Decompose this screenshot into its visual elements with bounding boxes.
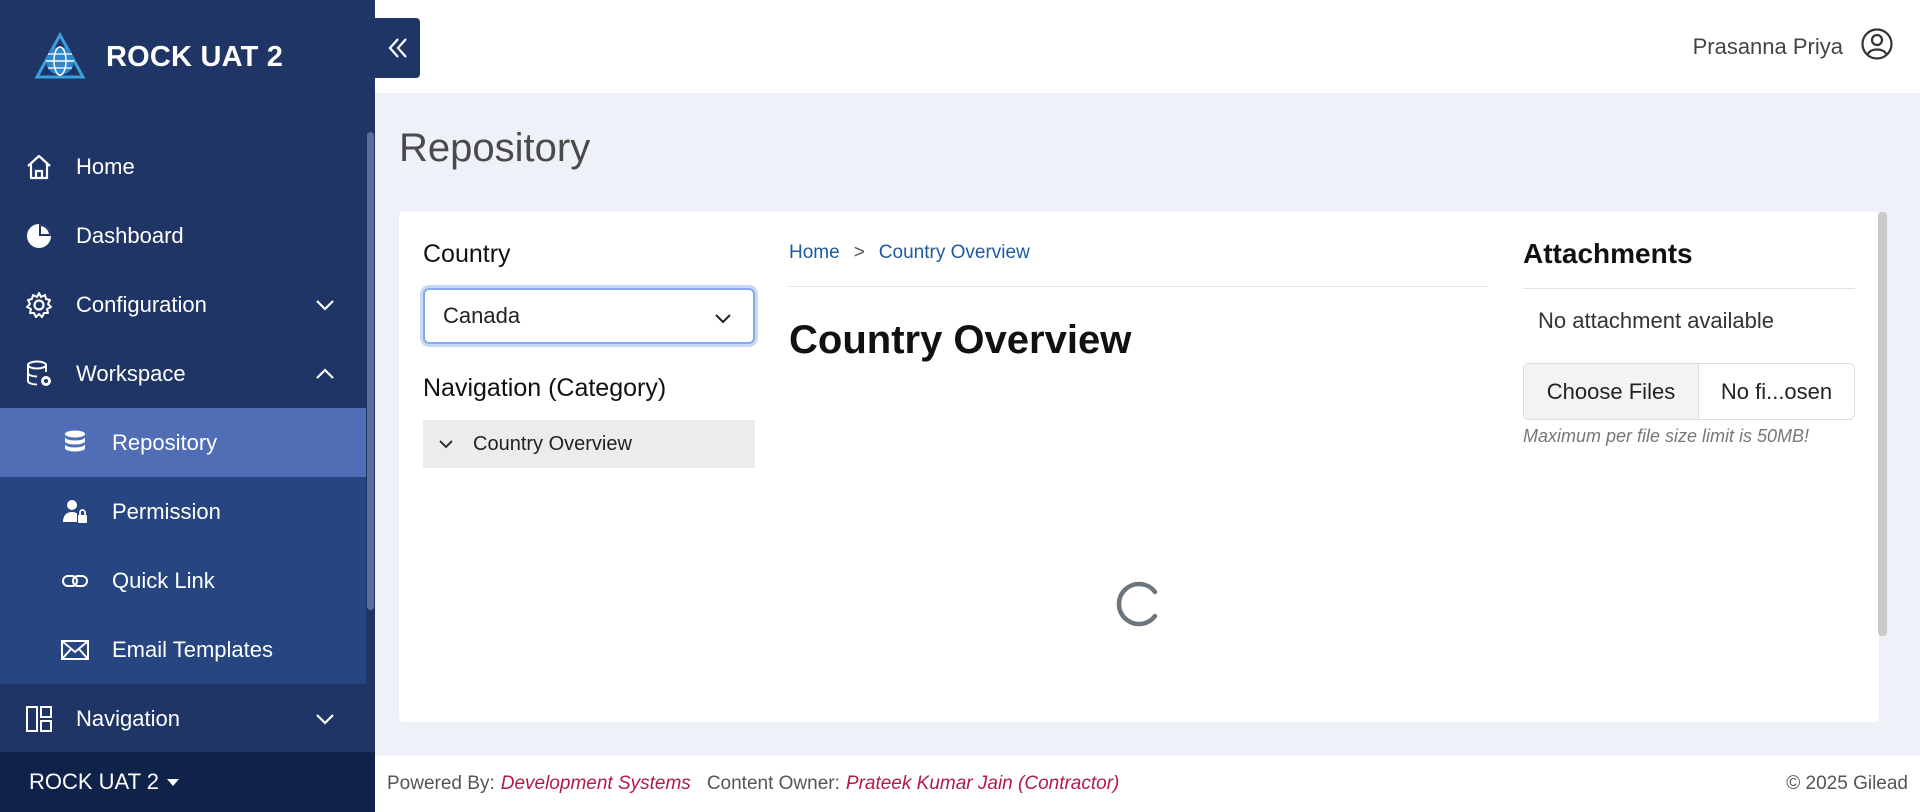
sidebar-item-permission[interactable]: Permission (0, 477, 366, 546)
content-title: Country Overview (789, 318, 1132, 362)
user-lock-icon (58, 495, 92, 529)
sidebar-scrollbar[interactable] (366, 132, 375, 610)
chevron-down-icon[interactable] (437, 435, 455, 453)
repository-card: Country Canada Navigation (Category) Cou… (399, 212, 1879, 722)
sidebar-item-label: Email Templates (112, 636, 273, 662)
sidebar-item-label: Repository (112, 429, 218, 455)
sidebar-item-email-templates[interactable]: Email Templates (0, 615, 366, 684)
sidebar-item-navigation[interactable]: Navigation (0, 684, 366, 753)
link-icon (58, 564, 92, 598)
breadcrumb: Home > Country Overview (789, 242, 1030, 264)
pie-chart-icon (22, 219, 56, 253)
sidebar-item-configuration[interactable]: Configuration (0, 270, 366, 339)
chevron-down-icon (316, 300, 334, 311)
double-chevron-left-icon (388, 38, 407, 58)
attachments-title: Attachments (1523, 238, 1693, 269)
powered-by-label: Powered By: (387, 773, 495, 794)
top-bar: Prasanna Priya (375, 0, 1920, 93)
country-label: Country (423, 240, 511, 268)
breadcrumb-home-link[interactable]: Home (789, 242, 840, 264)
envelope-icon (58, 633, 92, 667)
choose-files-button[interactable]: Choose Files (1524, 364, 1699, 419)
user-circle-icon[interactable] (1860, 27, 1894, 61)
sidebar-item-label: Permission (112, 498, 221, 524)
tree-item-label: Country Overview (473, 432, 632, 455)
home-icon (22, 150, 56, 184)
sidebar-item-dashboard[interactable]: Dashboard (0, 201, 366, 270)
file-upload-input[interactable]: Choose Files No fi...osen (1523, 363, 1855, 420)
caret-down-icon (167, 778, 179, 786)
sidebar: ROCK UAT 2 Home Dashboard Configuration (0, 0, 375, 812)
sidebar-scroll-thumb[interactable] (367, 132, 374, 610)
collapse-sidebar-button[interactable] (375, 18, 420, 78)
database-icon (58, 426, 92, 460)
content-scrollbar[interactable] (1878, 212, 1887, 636)
user-name[interactable]: Prasanna Priya (1693, 34, 1843, 60)
layout-icon (22, 702, 56, 736)
powered-by-value: Development Systems (500, 773, 691, 794)
brand-title: ROCK UAT 2 (106, 41, 284, 73)
chevron-up-icon (316, 368, 334, 379)
sidebar-item-repository[interactable]: Repository (0, 408, 366, 477)
content-owner-label: Content Owner: (706, 773, 840, 794)
country-select-value: Canada (443, 303, 521, 328)
copyright: © 2025 Gilead (1786, 773, 1908, 794)
database-gear-icon (22, 357, 56, 391)
chevron-down-icon (715, 314, 731, 324)
breadcrumb-current-link[interactable]: Country Overview (879, 242, 1030, 264)
sidebar-nav: Home Dashboard Configuration Workspace R… (0, 132, 366, 753)
tree-item-country-overview[interactable]: Country Overview (423, 420, 755, 468)
environment-label: ROCK UAT 2 (29, 769, 159, 794)
file-name-display: No fi...osen (1720, 378, 1833, 404)
sidebar-item-label: Quick Link (112, 567, 215, 593)
file-size-note: Maximum per file size limit is 50MB! (1523, 426, 1810, 446)
content-owner-value: Prateek Kumar Jain (Contractor) (845, 773, 1120, 794)
sidebar-item-label: Navigation (76, 705, 180, 731)
chevron-down-icon (316, 714, 334, 725)
sidebar-item-quick-link[interactable]: Quick Link (0, 546, 366, 615)
globe-logo-icon (34, 31, 86, 78)
loading-spinner-icon (1116, 581, 1158, 627)
sidebar-item-workspace[interactable]: Workspace (0, 339, 366, 408)
page-footer: Powered By: Development Systems Content … (375, 756, 1920, 812)
sidebar-item-label: Configuration (76, 291, 207, 317)
divider (789, 286, 1487, 287)
brand[interactable]: ROCK UAT 2 (0, 0, 375, 115)
divider (1523, 288, 1855, 289)
sidebar-item-label: Home (76, 153, 135, 179)
sidebar-item-home[interactable]: Home (0, 132, 366, 201)
breadcrumb-separator: > (853, 242, 865, 263)
workspace-submenu: Repository Permission Quick Link Email T… (0, 408, 366, 684)
no-attachment-text: No attachment available (1538, 308, 1775, 333)
page-title: Repository (399, 126, 591, 170)
country-select[interactable]: Canada (423, 288, 755, 344)
gear-icon (22, 288, 56, 322)
sidebar-item-label: Workspace (76, 360, 186, 386)
environment-switcher[interactable]: ROCK UAT 2 (0, 752, 375, 812)
navigation-category-label: Navigation (Category) (423, 374, 667, 402)
sidebar-item-label: Dashboard (76, 222, 184, 248)
